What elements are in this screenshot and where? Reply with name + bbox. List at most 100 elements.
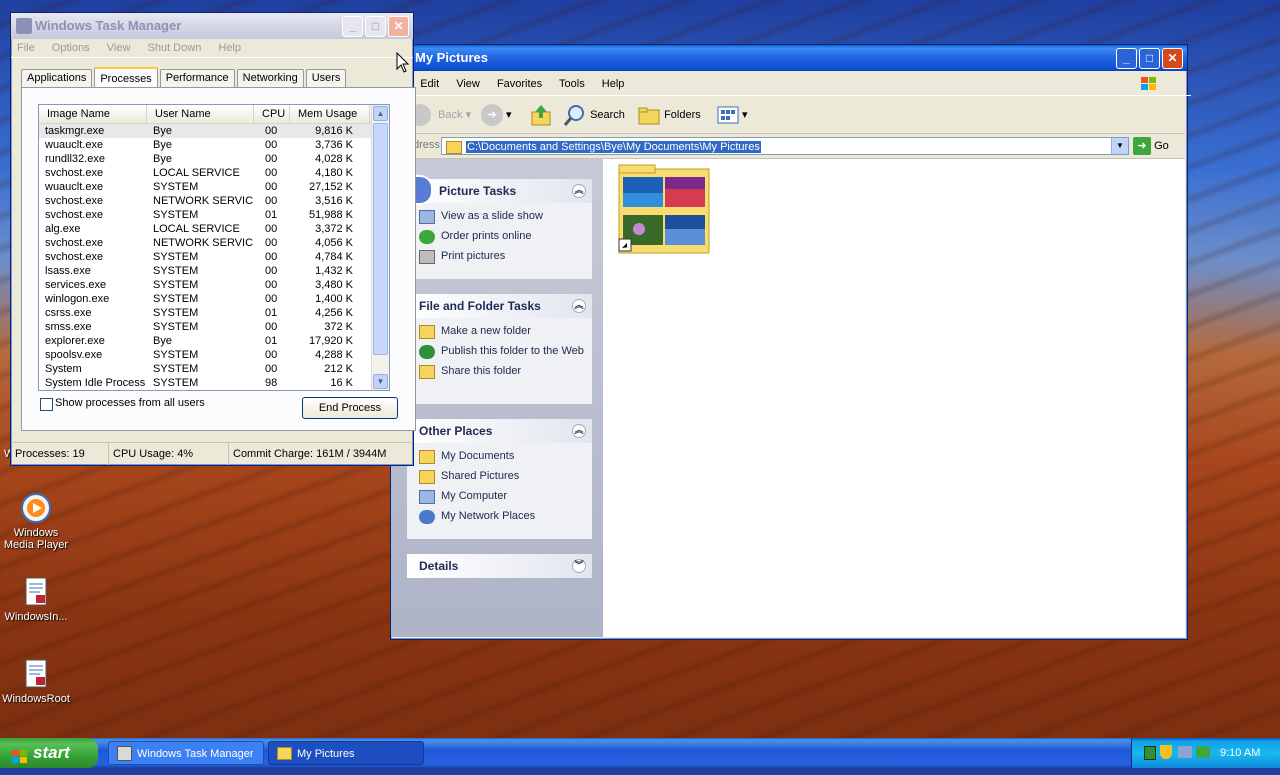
back-button[interactable]: Back ▾ (409, 97, 471, 133)
minimize-button[interactable]: _ (342, 16, 363, 37)
search-button[interactable]: Search (563, 97, 625, 133)
menu-shut-down[interactable]: Shut Down (148, 42, 202, 54)
picture-tasks-header[interactable]: Picture Tasks ︽ (403, 175, 592, 205)
other-places-header[interactable]: Other Places ︽ (407, 419, 592, 443)
process-row[interactable]: explorer.exe Bye 01 17,920 K (39, 334, 389, 348)
folder-thumbnail[interactable] (617, 163, 711, 255)
taskbar-button-task-manager[interactable]: Windows Task Manager (108, 741, 264, 765)
close-button[interactable]: ✕ (1162, 48, 1183, 69)
go-button[interactable]: ➜ Go (1133, 137, 1169, 156)
address-dropdown-arrow[interactable]: ▼ (1111, 138, 1128, 154)
menu-favorites[interactable]: Favorites (497, 78, 542, 90)
tray-clock[interactable]: 9:10 AM (1220, 738, 1260, 768)
scroll-up-arrow[interactable]: ▲ (373, 106, 388, 121)
process-row[interactable]: svchost.exe NETWORK SERVICE 00 3,516 K (39, 194, 389, 208)
task-view-slideshow[interactable]: View as a slide show (407, 210, 592, 224)
tray-update-icon[interactable] (1196, 746, 1210, 758)
tab-processes[interactable]: Processes (94, 67, 158, 89)
file-folder-tasks-header[interactable]: File and Folder Tasks ︽ (407, 294, 592, 318)
status-commit-charge: Commit Charge: 161M / 3944M (233, 448, 387, 460)
expand-chevron-icon[interactable]: ︾ (572, 559, 586, 573)
tray-security-shield-icon[interactable] (1160, 745, 1172, 759)
desktop-icon-windowsroot[interactable]: WindowsRoot (0, 658, 72, 705)
collapse-chevron-icon[interactable]: ︽ (572, 299, 586, 313)
minimize-button[interactable]: _ (1116, 48, 1137, 69)
menu-tools[interactable]: Tools (559, 78, 585, 90)
task-publish-folder[interactable]: Publish this folder to the Web (407, 345, 592, 359)
process-row[interactable]: spoolsv.exe SYSTEM 00 4,288 K (39, 348, 389, 362)
process-row[interactable]: winlogon.exe SYSTEM 00 1,400 K (39, 292, 389, 306)
explorer-window[interactable]: My Pictures _ □ ✕ e Edit View Favorites … (390, 44, 1191, 640)
process-list-scrollbar[interactable]: ▲ ▼ (371, 105, 389, 390)
explorer-file-view[interactable] (603, 159, 1185, 637)
column-cpu[interactable]: CPU (254, 105, 290, 123)
tray-connection-icon[interactable] (1178, 746, 1192, 758)
task-manager-titlebar[interactable]: Windows Task Manager _ □ ✕ (11, 13, 413, 39)
process-list[interactable]: Image Name User Name CPU Mem Usage taskm… (38, 104, 390, 391)
tab-users[interactable]: Users (305, 69, 347, 87)
process-row[interactable]: svchost.exe LOCAL SERVICE 00 4,180 K (39, 166, 389, 180)
maximize-button[interactable]: □ (1139, 48, 1160, 69)
search-icon (563, 105, 584, 127)
desktop-icon-media-player[interactable]: Windows Media Player (0, 492, 72, 551)
place-my-computer[interactable]: My Computer (407, 490, 592, 504)
menu-view[interactable]: View (107, 42, 131, 54)
show-all-users-checkbox[interactable] (40, 398, 53, 411)
desktop-icon-label: Media Player (3, 539, 69, 551)
tab-networking[interactable]: Networking (236, 69, 304, 87)
menu-help[interactable]: Help (218, 42, 241, 54)
process-row[interactable]: System Idle Process SYSTEM 98 16 K (39, 376, 389, 390)
place-my-documents[interactable]: My Documents (407, 450, 592, 464)
maximize-button[interactable]: □ (365, 16, 386, 37)
process-cpu: 00 (265, 251, 278, 263)
menu-file[interactable]: File (17, 42, 35, 54)
process-row[interactable]: svchost.exe SYSTEM 00 4,784 K (39, 250, 389, 264)
task-make-folder[interactable]: Make a new folder (407, 325, 592, 339)
scroll-thumb[interactable] (373, 123, 388, 355)
explorer-titlebar[interactable]: My Pictures _ □ ✕ (391, 45, 1187, 71)
task-order-prints[interactable]: Order prints online (407, 230, 592, 244)
process-row[interactable]: taskmgr.exe Bye 00 9,816 K (39, 124, 389, 138)
task-manager-window[interactable]: Windows Task Manager _ □ ✕ File Options … (10, 12, 416, 466)
task-share-folder[interactable]: Share this folder (407, 365, 592, 379)
collapse-chevron-icon[interactable]: ︽ (572, 424, 586, 438)
column-mem-usage[interactable]: Mem Usage (290, 105, 370, 123)
column-user-name[interactable]: User Name (147, 105, 254, 123)
column-image-name[interactable]: Image Name (39, 105, 147, 123)
process-row[interactable]: csrss.exe SYSTEM 01 4,256 K (39, 306, 389, 320)
menu-help[interactable]: Help (602, 78, 625, 90)
process-row[interactable]: rundll32.exe Bye 00 4,028 K (39, 152, 389, 166)
close-button[interactable]: ✕ (388, 16, 409, 37)
views-button[interactable]: ▾ (717, 97, 748, 133)
menu-edit[interactable]: Edit (420, 78, 439, 90)
process-row[interactable]: System SYSTEM 00 212 K (39, 362, 389, 376)
tab-performance[interactable]: Performance (159, 69, 235, 87)
tab-applications[interactable]: Applications (21, 69, 93, 87)
details-header[interactable]: Details ︾ (407, 554, 592, 578)
process-row[interactable]: alg.exe LOCAL SERVICE 00 3,372 K (39, 222, 389, 236)
tray-network-icon[interactable] (1144, 746, 1156, 760)
process-row[interactable]: smss.exe SYSTEM 00 372 K (39, 320, 389, 334)
up-folder-button[interactable] (529, 97, 553, 133)
place-shared-pictures[interactable]: Shared Pictures (407, 470, 592, 484)
process-row[interactable]: wuauclt.exe Bye 00 3,736 K (39, 138, 389, 152)
place-my-network[interactable]: My Network Places (407, 510, 592, 524)
scroll-down-arrow[interactable]: ▼ (373, 374, 388, 389)
process-row[interactable]: svchost.exe NETWORK SERVICE 00 4,056 K (39, 236, 389, 250)
taskbar-button-my-pictures[interactable]: My Pictures (268, 741, 424, 765)
process-row[interactable]: svchost.exe SYSTEM 01 51,988 K (39, 208, 389, 222)
collapse-chevron-icon[interactable]: ︽ (572, 184, 586, 198)
menu-view[interactable]: View (456, 78, 480, 90)
process-row[interactable]: wuauclt.exe SYSTEM 00 27,152 K (39, 180, 389, 194)
address-input[interactable]: C:\Documents and Settings\Bye\My Documen… (441, 137, 1129, 155)
forward-button[interactable]: ➜ ▾ (481, 97, 512, 133)
task-print-pictures[interactable]: Print pictures (407, 250, 592, 264)
menu-options[interactable]: Options (52, 42, 90, 54)
folders-button[interactable]: Folders (637, 97, 701, 133)
start-button[interactable]: start (0, 738, 98, 768)
desktop-icon-windowsin[interactable]: WindowsIn... (0, 576, 72, 623)
end-process-button[interactable]: End Process (302, 397, 398, 419)
process-cpu: 00 (265, 153, 278, 165)
process-row[interactable]: lsass.exe SYSTEM 00 1,432 K (39, 264, 389, 278)
process-row[interactable]: services.exe SYSTEM 00 3,480 K (39, 278, 389, 292)
